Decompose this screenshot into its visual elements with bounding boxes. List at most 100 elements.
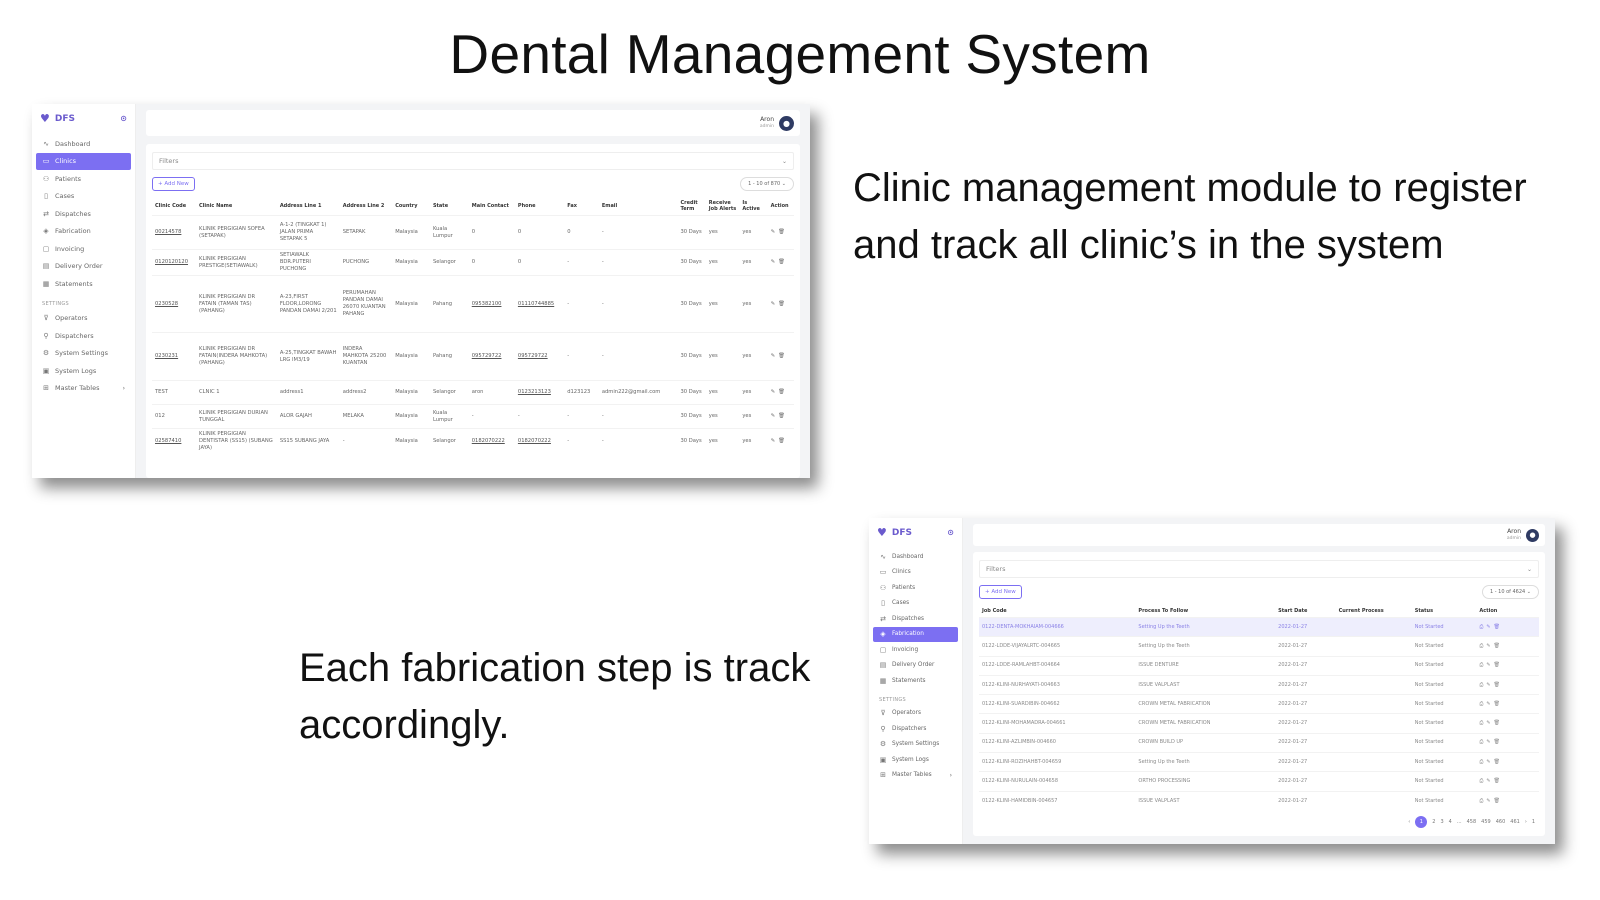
- page-button[interactable]: ›: [1525, 819, 1527, 825]
- settings-item[interactable]: ▣ System Logs: [869, 752, 962, 768]
- delete-icon[interactable]: 🗑: [778, 413, 785, 419]
- add-new-button[interactable]: + Add New: [979, 585, 1022, 599]
- table-row[interactable]: 0122-KLINI-NURHAYATI-004663 ISSUE VALPLAS…: [979, 674, 1539, 695]
- delete-icon[interactable]: 🗑: [1494, 643, 1500, 649]
- column-header[interactable]: Action: [1476, 605, 1539, 618]
- column-header[interactable]: Process To Follow: [1135, 605, 1275, 618]
- table-row[interactable]: 00214578 KLINIK PERGIGIAN SOFEA (SETAPAK)…: [152, 215, 794, 250]
- settings-item[interactable]: ⚲ Dispatchers: [32, 327, 135, 345]
- column-header[interactable]: Address Line 1: [277, 197, 340, 216]
- sidebar-item[interactable]: ▭ Clinics: [36, 152, 131, 170]
- column-header[interactable]: Clinic Code: [152, 197, 196, 216]
- edit-icon[interactable]: ✎: [1486, 662, 1490, 668]
- delete-icon[interactable]: 🗑: [778, 438, 785, 444]
- sidebar-item[interactable]: ▯ Cases: [869, 596, 962, 612]
- sidebar-item[interactable]: ▯ Cases: [32, 188, 135, 206]
- edit-icon[interactable]: ✎: [771, 353, 775, 359]
- print-icon[interactable]: ⎙: [1479, 739, 1483, 745]
- table-row[interactable]: 02587410 KLINIK PERGIGIAN DENTISTAR (SS15…: [152, 428, 794, 454]
- edit-icon[interactable]: ✎: [1486, 701, 1490, 707]
- sidebar-item[interactable]: ▦ Statements: [869, 673, 962, 689]
- column-header[interactable]: Current Process: [1336, 605, 1412, 618]
- sidebar-item[interactable]: ⚇ Patients: [869, 580, 962, 596]
- sidebar-item[interactable]: ⚇ Patients: [32, 170, 135, 188]
- edit-icon[interactable]: ✎: [771, 413, 775, 419]
- column-header[interactable]: Action: [768, 197, 794, 216]
- add-new-button[interactable]: + Add New: [152, 177, 195, 191]
- print-icon[interactable]: ⎙: [1479, 778, 1483, 784]
- sidebar-item[interactable]: ▤ Delivery Order: [32, 258, 135, 276]
- column-header[interactable]: Fax: [564, 197, 599, 216]
- sidebar-item[interactable]: ◈ Fabrication: [32, 223, 135, 241]
- delete-icon[interactable]: 🗑: [1494, 682, 1500, 688]
- page-size-select[interactable]: 1 - 10 of 870 ⌄: [740, 177, 794, 191]
- avatar[interactable]: ●: [1526, 528, 1539, 542]
- column-header[interactable]: State: [430, 197, 469, 216]
- cell-link[interactable]: 095382100: [472, 301, 502, 307]
- sidebar-item[interactable]: ◈ Fabrication: [873, 626, 958, 642]
- page-size-select[interactable]: 1 - 10 of 4624 ⌄: [1481, 585, 1539, 599]
- sidebar-item[interactable]: ⇄ Dispatches: [32, 205, 135, 223]
- sidebar-item[interactable]: ▦ Statements: [32, 275, 135, 293]
- settings-item[interactable]: ⊞ Master Tables ›: [869, 768, 962, 784]
- settings-item[interactable]: ⚙ System Settings: [869, 737, 962, 753]
- settings-item[interactable]: ▣ System Logs: [32, 362, 135, 380]
- cell-link[interactable]: 0230528: [155, 301, 178, 307]
- table-row[interactable]: 0122-DENTA-MOKHAIAM-004666 Setting Up the…: [979, 616, 1539, 637]
- column-header[interactable]: Main Contact: [469, 197, 515, 216]
- delete-icon[interactable]: 🗑: [778, 389, 785, 395]
- print-icon[interactable]: ⎙: [1479, 759, 1483, 765]
- cell-link[interactable]: 0230231: [155, 353, 178, 359]
- column-header[interactable]: Credit Term: [677, 197, 705, 216]
- edit-icon[interactable]: ✎: [771, 301, 775, 307]
- table-row[interactable]: 0122-KLINI-ROZIHAHBT-004659 Setting Up th…: [979, 752, 1539, 772]
- page-button[interactable]: 3: [1440, 819, 1443, 825]
- column-header[interactable]: Clinic Name: [196, 197, 277, 216]
- cell-link[interactable]: 0182070222: [518, 438, 551, 444]
- page-button[interactable]: 459: [1481, 819, 1491, 825]
- table-row[interactable]: 0122-KLINI-AZLIMBIN-004660 CROWN BUILD UP…: [979, 732, 1539, 753]
- table-row[interactable]: 0230528 KLINIK PERGIGIAN DR FATAIN (TAMAN…: [152, 275, 794, 333]
- table-row[interactable]: 0122-KLINI-HAMIDBIN-004657 ISSUE VALPLAST…: [979, 790, 1539, 811]
- filters-bar[interactable]: Filters ⌄: [979, 560, 1539, 578]
- edit-icon[interactable]: ✎: [771, 229, 775, 235]
- column-header[interactable]: Status: [1412, 605, 1477, 618]
- cell-link[interactable]: 0182070222: [472, 438, 505, 444]
- edit-icon[interactable]: ✎: [771, 259, 775, 265]
- edit-icon[interactable]: ✎: [1486, 759, 1490, 765]
- delete-icon[interactable]: 🗑: [1494, 662, 1500, 668]
- sidebar-item[interactable]: ⇄ Dispatches: [869, 611, 962, 627]
- table-row[interactable]: 0122-KLINI-SUARDIBIN-004662 CROWN METAL F…: [979, 694, 1539, 714]
- column-header[interactable]: Receive Job Alerts: [706, 197, 740, 216]
- settings-item[interactable]: ⊞ Master Tables ›: [32, 380, 135, 398]
- delete-icon[interactable]: 🗑: [1494, 720, 1500, 726]
- cell-link[interactable]: 0123213123: [518, 389, 551, 395]
- column-header[interactable]: Job Code: [979, 605, 1135, 618]
- print-icon[interactable]: ⎙: [1479, 682, 1483, 688]
- table-row[interactable]: 0230231 KLINIK PERGIGIAN DR FATAIN(INDERA…: [152, 332, 794, 381]
- print-icon[interactable]: ⎙: [1479, 798, 1483, 804]
- column-header[interactable]: Phone: [515, 197, 564, 216]
- edit-icon[interactable]: ✎: [1486, 682, 1490, 688]
- sidebar-item[interactable]: ▤ Delivery Order: [869, 658, 962, 674]
- cell-link[interactable]: 00214578: [155, 229, 181, 235]
- sidebar-item[interactable]: ∿ Dashboard: [869, 549, 962, 565]
- delete-icon[interactable]: 🗑: [778, 229, 785, 235]
- print-icon[interactable]: ⎙: [1479, 643, 1483, 649]
- page-button[interactable]: 4: [1449, 819, 1452, 825]
- collapse-icon[interactable]: ⊙: [120, 114, 127, 123]
- collapse-icon[interactable]: ⊙: [947, 528, 954, 537]
- edit-icon[interactable]: ✎: [1486, 624, 1490, 630]
- edit-icon[interactable]: ✎: [1486, 643, 1490, 649]
- cell-link[interactable]: 02587410: [155, 438, 181, 444]
- delete-icon[interactable]: 🗑: [1494, 798, 1500, 804]
- column-header[interactable]: Address Line 2: [340, 197, 392, 216]
- settings-item[interactable]: ⊽ Operators: [869, 706, 962, 722]
- edit-icon[interactable]: ✎: [771, 438, 775, 444]
- print-icon[interactable]: ⎙: [1479, 624, 1483, 630]
- delete-icon[interactable]: 🗑: [1494, 701, 1500, 707]
- avatar[interactable]: ●: [779, 115, 794, 131]
- print-icon[interactable]: ⎙: [1479, 720, 1483, 726]
- page-button[interactable]: 2: [1432, 819, 1435, 825]
- cell-link[interactable]: 01110744885: [518, 301, 554, 307]
